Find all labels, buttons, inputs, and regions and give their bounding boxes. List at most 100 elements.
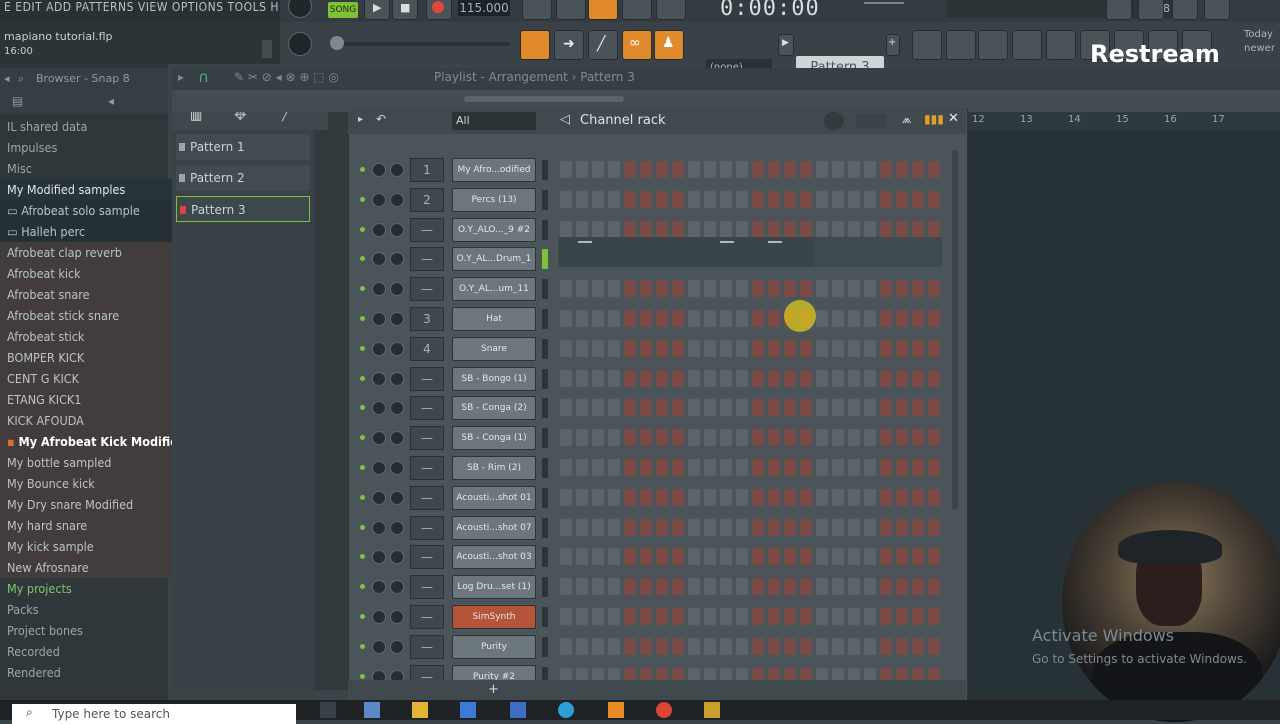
step-button[interactable] [688, 221, 700, 238]
step-button[interactable] [576, 489, 588, 506]
step-button[interactable] [784, 370, 796, 387]
step-button[interactable] [560, 370, 572, 387]
step-edit-icon[interactable]: ➜ [554, 30, 584, 60]
step-button[interactable] [640, 221, 652, 238]
step-button[interactable] [928, 161, 940, 178]
channel-mixer-track[interactable]: — [410, 277, 444, 301]
task-view-icon[interactable] [320, 702, 336, 718]
step-button[interactable] [864, 399, 876, 416]
rack-options-icon[interactable]: ▸ [358, 114, 363, 125]
channel-pan-knob[interactable] [372, 610, 386, 624]
step-button[interactable] [912, 608, 924, 625]
channel-mute-led[interactable] [360, 227, 365, 232]
step-button[interactable] [656, 519, 668, 536]
channel-volume-knob[interactable] [390, 431, 404, 445]
step-button[interactable] [800, 578, 812, 595]
step-button[interactable] [592, 638, 604, 655]
step-button[interactable] [576, 310, 588, 327]
step-button[interactable] [816, 221, 828, 238]
step-button[interactable] [672, 548, 684, 565]
step-button[interactable] [560, 280, 572, 297]
step-button[interactable] [672, 608, 684, 625]
step-button[interactable] [864, 608, 876, 625]
step-button[interactable] [624, 489, 636, 506]
step-button[interactable] [832, 548, 844, 565]
browser-item[interactable]: My Modified samples [0, 179, 173, 200]
step-button[interactable] [608, 519, 620, 536]
channel-pan-knob[interactable] [372, 163, 386, 177]
graph-icon[interactable]: ⩕ [902, 112, 911, 127]
step-button[interactable] [752, 370, 764, 387]
step-button[interactable] [800, 638, 812, 655]
step-button[interactable] [800, 489, 812, 506]
step-button[interactable] [768, 578, 780, 595]
step-button[interactable] [624, 191, 636, 208]
app-icon-1[interactable] [364, 702, 380, 718]
step-button[interactable] [624, 519, 636, 536]
pattern-item[interactable]: Pattern 2 [176, 165, 310, 191]
step-button[interactable] [592, 429, 604, 446]
step-button[interactable] [848, 578, 860, 595]
step-button[interactable] [704, 191, 716, 208]
step-button[interactable] [656, 280, 668, 297]
step-button[interactable] [576, 370, 588, 387]
channel-pan-knob[interactable] [372, 640, 386, 654]
channel-mute-led[interactable] [360, 316, 365, 321]
step-button[interactable] [848, 519, 860, 536]
channel-select-led[interactable] [542, 190, 548, 210]
step-button[interactable] [672, 489, 684, 506]
step-button[interactable] [912, 429, 924, 446]
step-button[interactable] [608, 161, 620, 178]
channel-name-button[interactable]: My Afro...odified [452, 158, 536, 182]
step-button[interactable] [704, 221, 716, 238]
online-news-icon[interactable] [1138, 0, 1164, 20]
step-button[interactable] [672, 340, 684, 357]
step-button[interactable] [736, 280, 748, 297]
step-button[interactable] [864, 340, 876, 357]
step-button[interactable] [800, 370, 812, 387]
step-button[interactable] [768, 638, 780, 655]
channel-select-led[interactable] [542, 518, 548, 538]
step-button[interactable] [880, 519, 892, 536]
snap-icon[interactable]: ♟ [654, 30, 684, 60]
step-button[interactable] [608, 370, 620, 387]
step-button[interactable] [656, 310, 668, 327]
step-button[interactable] [608, 578, 620, 595]
channel-mute-led[interactable] [360, 346, 365, 351]
channel-select-led[interactable] [542, 547, 548, 567]
step-button[interactable] [624, 608, 636, 625]
channel-select-led[interactable] [542, 369, 548, 389]
step-button[interactable] [608, 489, 620, 506]
step-button[interactable] [640, 459, 652, 476]
channel-mute-led[interactable] [360, 465, 365, 470]
channel-pan-knob[interactable] [372, 431, 386, 445]
browser-item[interactable]: ▭ Halleh perc [0, 221, 173, 242]
step-button[interactable] [656, 340, 668, 357]
step-button[interactable] [576, 280, 588, 297]
stop-button[interactable]: ■ [392, 0, 418, 20]
step-button[interactable] [800, 519, 812, 536]
step-button[interactable] [848, 638, 860, 655]
step-button[interactable] [800, 161, 812, 178]
step-button[interactable] [928, 578, 940, 595]
step-button[interactable] [656, 429, 668, 446]
step-button[interactable] [848, 548, 860, 565]
step-button[interactable] [784, 548, 796, 565]
step-button[interactable] [752, 548, 764, 565]
step-button[interactable] [880, 310, 892, 327]
channel-name-button[interactable]: SB - Conga (2) [452, 396, 536, 420]
step-button[interactable] [704, 578, 716, 595]
step-button[interactable] [896, 280, 908, 297]
step-button[interactable] [720, 429, 732, 446]
magnet-icon[interactable]: ∩ [198, 68, 209, 86]
step-button[interactable] [608, 280, 620, 297]
step-button[interactable] [576, 638, 588, 655]
taskbar-search[interactable]: Type here to search [12, 704, 296, 724]
step-button[interactable] [880, 340, 892, 357]
step-button[interactable] [736, 489, 748, 506]
browser-item[interactable]: KICK AFOUDA [0, 410, 173, 431]
step-button[interactable] [640, 399, 652, 416]
browser-item[interactable]: BOMPER KICK [0, 347, 173, 368]
step-button[interactable] [880, 459, 892, 476]
step-button[interactable] [752, 191, 764, 208]
